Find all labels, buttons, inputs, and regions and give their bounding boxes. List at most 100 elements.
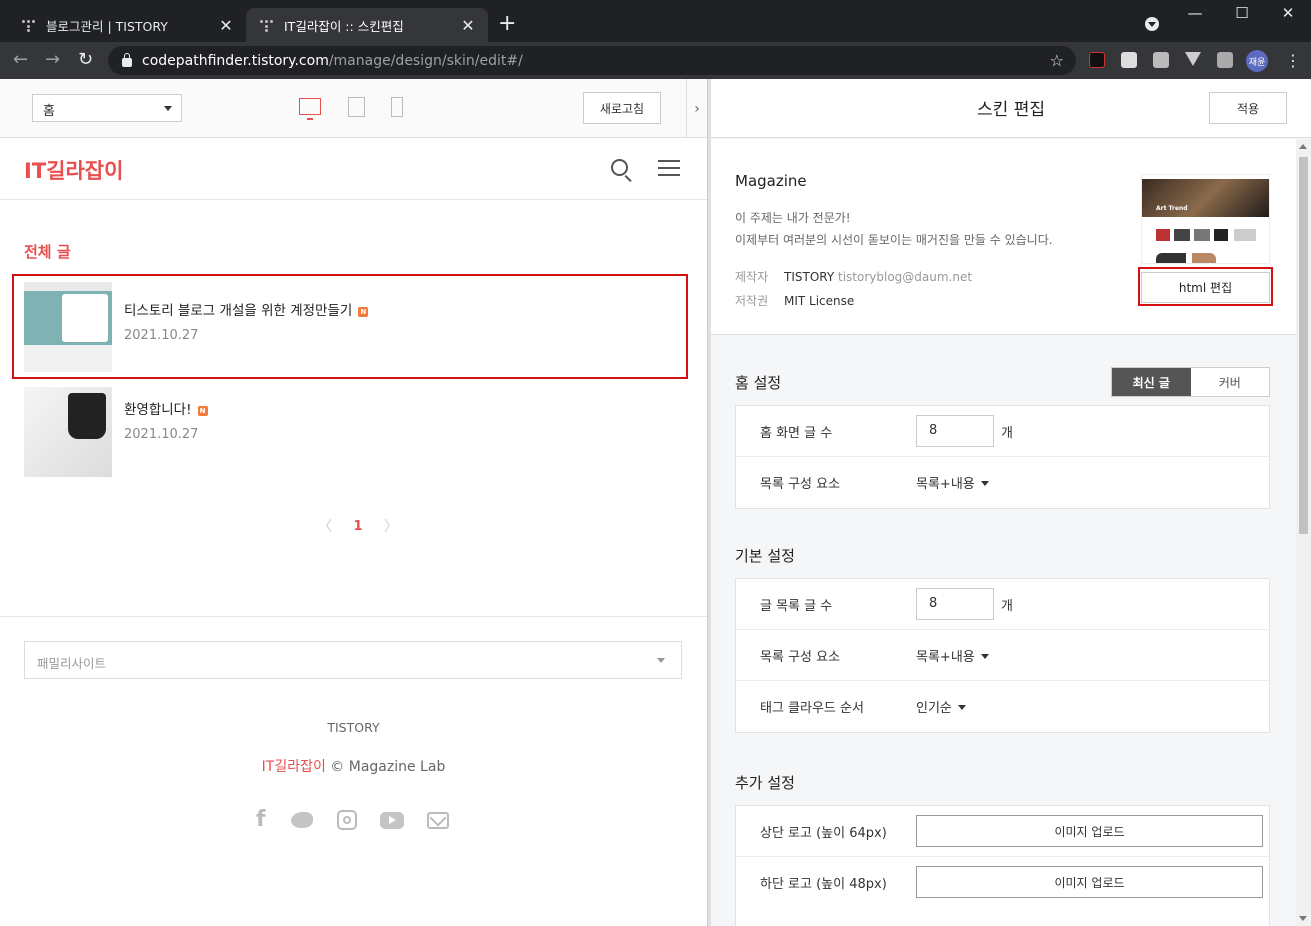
author-key: 제작자 — [735, 270, 769, 284]
footer-brand: TISTORY — [327, 720, 380, 735]
search-icon[interactable] — [611, 159, 628, 176]
scrollbar-thumb[interactable] — [1299, 157, 1308, 534]
chevron-down-icon — [980, 654, 989, 659]
section-title: 전체 글 — [24, 243, 71, 261]
pagination: 〈 1 〉 — [318, 516, 398, 536]
extra-settings-box: 상단 로고 (높이 64px) 이미지 업로드 하단 로고 (높이 48px) … — [735, 805, 1270, 926]
page-number[interactable]: 1 — [353, 519, 362, 534]
facebook-icon[interactable]: f — [256, 809, 266, 831]
url-input[interactable]: codepathfinder.tistory.com/manage/design… — [108, 46, 1076, 75]
footer-copyright: IT길라잡이 © Magazine Lab — [0, 756, 707, 776]
bookmark-star-icon[interactable]: ☆ — [1050, 51, 1064, 70]
unit-label: 개 — [1001, 426, 1013, 441]
mobile-view-icon[interactable] — [391, 97, 403, 117]
extension-page-icon[interactable] — [1121, 52, 1137, 68]
refresh-button[interactable]: 새로고침 — [583, 92, 661, 124]
extension-print-icon[interactable] — [1153, 52, 1169, 68]
desktop-view-icon[interactable] — [299, 98, 321, 120]
address-bar: ← → ↻ codepathfinder.tistory.com/manage/… — [0, 42, 1311, 79]
url-path: /manage/design/skin/edit#/ — [328, 52, 523, 69]
profile-avatar[interactable]: 재윤 — [1246, 50, 1268, 72]
extra-settings-title: 추가 설정 — [735, 774, 795, 792]
tab-cover[interactable]: 커버 — [1191, 368, 1270, 396]
minimize-button[interactable]: — — [1180, 4, 1210, 22]
setting-row: 목록 구성 요소 목록+내용 — [736, 457, 1269, 508]
skin-meta: 제작자 TISTORY tistoryblog@daum.net 저작권 MIT L… — [735, 265, 972, 313]
apply-button[interactable]: 적용 — [1209, 92, 1287, 124]
setting-label: 태그 클라우드 순서 — [760, 701, 864, 716]
top-logo-upload-button[interactable]: 이미지 업로드 — [916, 815, 1263, 847]
mail-icon[interactable] — [427, 812, 449, 829]
post-thumbnail[interactable] — [24, 387, 112, 477]
maximize-button[interactable]: ☐ — [1227, 4, 1257, 22]
browser-tab-bar: 블로그관리 | TISTORY ✕ IT길라잡이 :: 스킨편집 ✕ + — ☐… — [0, 0, 1311, 42]
page-select-value: 홈 — [43, 104, 55, 119]
list-post-count-input[interactable]: 8 — [916, 588, 994, 620]
skin-info: Magazine 이 주제는 내가 전문가! 이제부터 여러분의 시선이 돋보이… — [711, 139, 1296, 335]
tab-search-icon[interactable] — [1145, 17, 1159, 31]
blog-title[interactable]: IT길라잡이 — [24, 155, 123, 185]
next-page-icon[interactable]: 〉 — [384, 516, 398, 536]
list-item[interactable]: 환영합니다! N 2021.10.27 — [24, 387, 684, 477]
tistory-favicon-icon — [20, 17, 36, 33]
extension-v-icon[interactable] — [1185, 52, 1201, 66]
setting-row: 상단 로고 (높이 64px) 이미지 업로드 — [736, 806, 1269, 857]
blog-preview-pane: 홈 새로고침 › IT길라잡이 전체 글 티스토리 블로그 개설을 위한 계정만… — [0, 79, 707, 926]
youtube-icon[interactable] — [380, 812, 404, 829]
bottom-logo-upload-button[interactable]: 이미지 업로드 — [916, 866, 1263, 898]
setting-row: 하단 로고 (높이 48px) 이미지 업로드 — [736, 857, 1269, 908]
hamburger-menu-icon[interactable] — [658, 160, 680, 176]
lock-icon — [122, 53, 132, 67]
basic-settings-box: 글 목록 글 수 8 개 목록 구성 요소 목록+내용 태그 클라우드 순서 인… — [735, 578, 1270, 733]
tab-close-icon[interactable]: ✕ — [460, 16, 476, 35]
thumbnail-caption: Art Trend — [1156, 205, 1188, 212]
scroll-up-icon[interactable] — [1299, 144, 1307, 149]
browser-menu-icon[interactable]: ⋮ — [1285, 49, 1301, 73]
instagram-icon[interactable] — [337, 810, 357, 830]
setting-label: 상단 로고 (높이 64px) — [760, 826, 887, 841]
post-title[interactable]: 환영합니다! N — [124, 398, 208, 418]
forward-icon[interactable]: → — [45, 50, 60, 70]
skin-desc-line: 이 주제는 내가 전문가! — [735, 211, 851, 225]
back-icon[interactable]: ← — [13, 50, 28, 70]
editor-header: 스킨 편집 적용 — [711, 79, 1311, 138]
extension-h-icon[interactable] — [1089, 52, 1105, 68]
prev-page-icon[interactable]: 〈 — [318, 516, 332, 536]
setting-label: 목록 구성 요소 — [760, 650, 841, 665]
tag-cloud-order-select[interactable]: 인기순 — [916, 697, 966, 716]
new-tab-button[interactable]: + — [498, 12, 516, 36]
setting-label: 글 목록 글 수 — [760, 599, 833, 614]
author-email: tistoryblog@daum.net — [838, 270, 973, 284]
list-component-select[interactable]: 목록+내용 — [916, 646, 989, 665]
twitter-icon[interactable] — [291, 812, 313, 828]
scroll-down-icon[interactable] — [1299, 916, 1307, 921]
highlight-box — [1138, 267, 1273, 306]
skin-desc-line: 이제부터 여러분의 시선이 돋보이는 매거진을 만들 수 있습니다. — [735, 233, 1053, 247]
tab-latest-posts[interactable]: 최신 글 — [1112, 368, 1191, 396]
collapse-panel-button[interactable]: › — [686, 79, 707, 138]
skin-name: Magazine — [735, 172, 807, 190]
preview-toolbar: 홈 새로고침 › — [0, 79, 707, 138]
setting-row: 태그 클라우드 순서 인기순 — [736, 681, 1269, 732]
chevron-down-icon — [657, 658, 665, 663]
window-close-button[interactable]: ✕ — [1273, 4, 1303, 22]
tab-blog-manage[interactable]: 블로그관리 | TISTORY ✕ — [8, 8, 246, 42]
tablet-view-icon[interactable] — [348, 97, 365, 117]
tab-close-icon[interactable]: ✕ — [218, 16, 234, 35]
tab-skin-edit[interactable]: IT길라잡이 :: 스킨편집 ✕ — [246, 8, 488, 42]
tab-title: 블로그관리 | TISTORY — [46, 18, 168, 34]
basic-settings-title: 기본 설정 — [735, 547, 795, 565]
page-select[interactable]: 홈 — [32, 94, 182, 122]
footer-blog-link[interactable]: IT길라잡이 — [262, 759, 326, 775]
family-site-placeholder: 패밀리사이트 — [37, 656, 107, 671]
extensions-puzzle-icon[interactable] — [1217, 52, 1233, 68]
editor-scrollbar[interactable] — [1296, 139, 1311, 926]
family-site-select[interactable]: 패밀리사이트 — [24, 641, 682, 679]
url-host: codepathfinder.tistory.com — [142, 52, 329, 69]
setting-label: 홈 화면 글 수 — [760, 426, 833, 441]
reload-icon[interactable]: ↻ — [78, 50, 93, 70]
home-list-component-select[interactable]: 목록+내용 — [916, 473, 989, 492]
new-badge: N — [197, 406, 208, 416]
unit-label: 개 — [1001, 599, 1013, 614]
home-post-count-input[interactable]: 8 — [916, 415, 994, 447]
